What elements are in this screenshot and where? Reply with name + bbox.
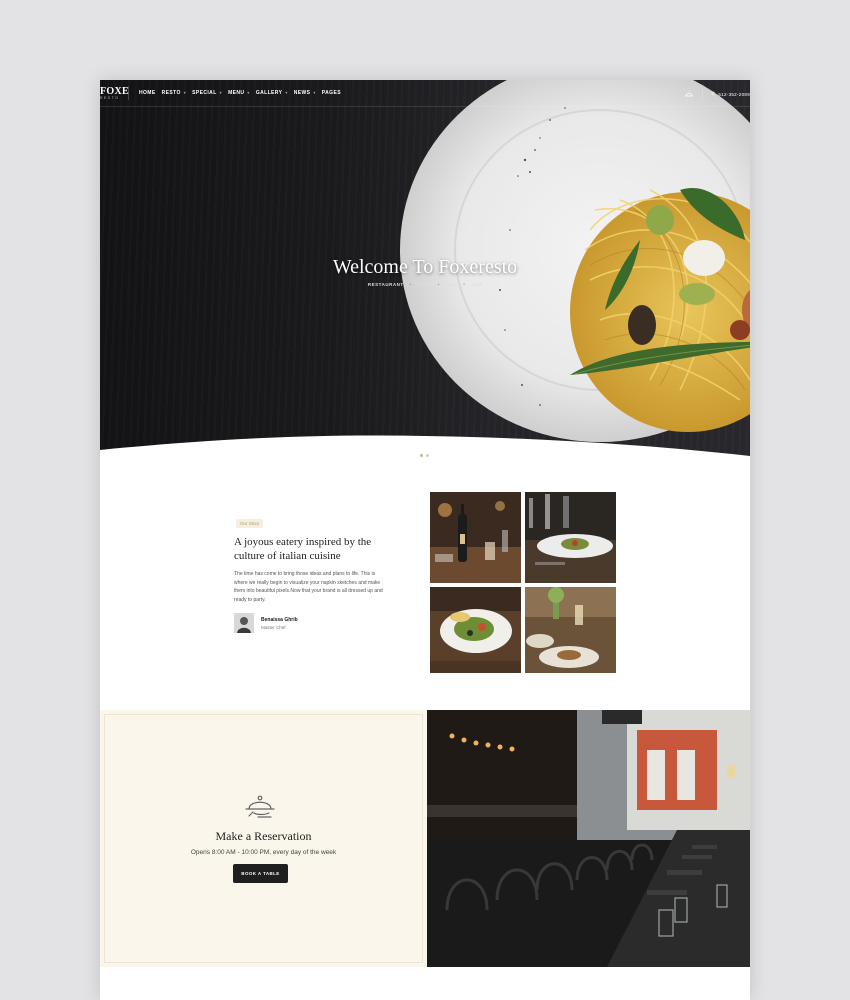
nav-item-label: RESTO <box>161 90 181 96</box>
chevron-down-icon: ▾ <box>313 90 316 95</box>
chevron-down-icon: ▾ <box>247 90 250 95</box>
hero-tag: BAR <box>445 282 458 287</box>
hero-tag: RESTAURANT <box>367 282 404 287</box>
separator-dot: • <box>463 282 466 287</box>
nav-item-pages[interactable]: PAGES <box>322 90 341 96</box>
nav-item-resto[interactable]: RESTO ▾ <box>162 90 187 96</box>
nav-item-label: SPECIAL <box>192 90 217 96</box>
author-info: Benaissa Ghrib Master Chef <box>261 617 298 630</box>
chevron-down-icon: ▾ <box>285 90 288 95</box>
hero-tag: CAFE <box>417 282 432 287</box>
story-text: The time has come to bring those ideas a… <box>234 571 383 603</box>
slider-dot[interactable] <box>426 454 429 457</box>
nav-item-label: MENU <box>228 90 245 96</box>
hero-banner: FOXE RESTO HOME RESTO ▾ SPECIAL ▾ MENU ▾ GA… <box>100 80 750 460</box>
nav-item-special[interactable]: SPECIAL ▾ <box>192 90 222 96</box>
nav-item-news[interactable]: NEWS ▾ <box>294 90 316 96</box>
phone-icon: ✆ <box>711 91 716 96</box>
logo-divider <box>128 86 129 100</box>
slider-pagination <box>420 454 429 457</box>
phone-number[interactable]: ✆ 512-352-2089 <box>711 91 750 97</box>
cloche-icon <box>245 795 275 818</box>
separator-dot: • <box>437 282 440 287</box>
story-title: A joyous eatery inspired by the culture … <box>234 536 372 562</box>
restaurant-interior-image <box>427 710 750 967</box>
nav-item-label: NEWS <box>293 90 311 96</box>
author-name: Benaissa Ghrib <box>261 616 298 623</box>
logo[interactable]: FOXE RESTO <box>100 86 129 101</box>
slider-dot-active[interactable] <box>420 454 423 457</box>
page: FOXE RESTO HOME RESTO ▾ SPECIAL ▾ MENU ▾ GA… <box>100 80 750 1000</box>
reservation-title: Make a Reservation <box>215 829 312 843</box>
nav-right: ✆ 512-352-2089 <box>684 88 750 100</box>
gallery-image-plated-dish[interactable] <box>525 492 616 583</box>
phone-text: 512-352-2089 <box>718 91 750 97</box>
hero-tags: RESTAURANT • CAFE • BAR • 24/7 <box>100 282 750 287</box>
separator-dot: • <box>409 282 412 287</box>
main-menu: HOME RESTO ▾ SPECIAL ▾ MENU ▾ GALLERY ▾ NEWS… <box>139 90 347 96</box>
book-table-button[interactable]: BOOK A TABLE <box>233 864 288 883</box>
reservation-section: Make a Reservation Opens 8:00 AM - 10:00… <box>100 710 427 967</box>
gallery-image-table-setting[interactable] <box>525 587 616 673</box>
logo-text: FOXE <box>100 86 129 97</box>
avatar <box>234 613 254 633</box>
nav-divider <box>702 88 704 100</box>
nav-item-label: GALLERY <box>255 90 283 96</box>
story-badge: Our Story <box>236 519 264 528</box>
nav-item-gallery[interactable]: GALLERY ▾ <box>256 90 288 96</box>
top-navigation-bar: FOXE RESTO HOME RESTO ▾ SPECIAL ▾ MENU ▾ GA… <box>100 80 750 107</box>
gallery-image-wine-table[interactable] <box>430 492 521 583</box>
chevron-down-icon: ▾ <box>183 90 187 95</box>
nav-item-home[interactable]: HOME <box>139 90 156 96</box>
author: Benaissa Ghrib Master Chef <box>234 613 298 633</box>
cloche-cart-icon[interactable] <box>684 89 694 99</box>
nav-item-label: PAGES <box>321 90 341 96</box>
author-role: Master Chef <box>261 624 286 630</box>
reservation-hours: Opens 8:00 AM - 10:00 PM, every day of t… <box>190 849 337 856</box>
hero-tag: 24/7 <box>471 282 483 287</box>
gallery-image-salad-plate[interactable] <box>430 587 521 673</box>
nav-item-menu[interactable]: MENU ▾ <box>228 90 250 96</box>
nav-item-label: HOME <box>139 90 156 96</box>
chevron-down-icon: ▾ <box>219 90 223 95</box>
hero-title: Welcome To Foxeresto <box>332 256 518 278</box>
